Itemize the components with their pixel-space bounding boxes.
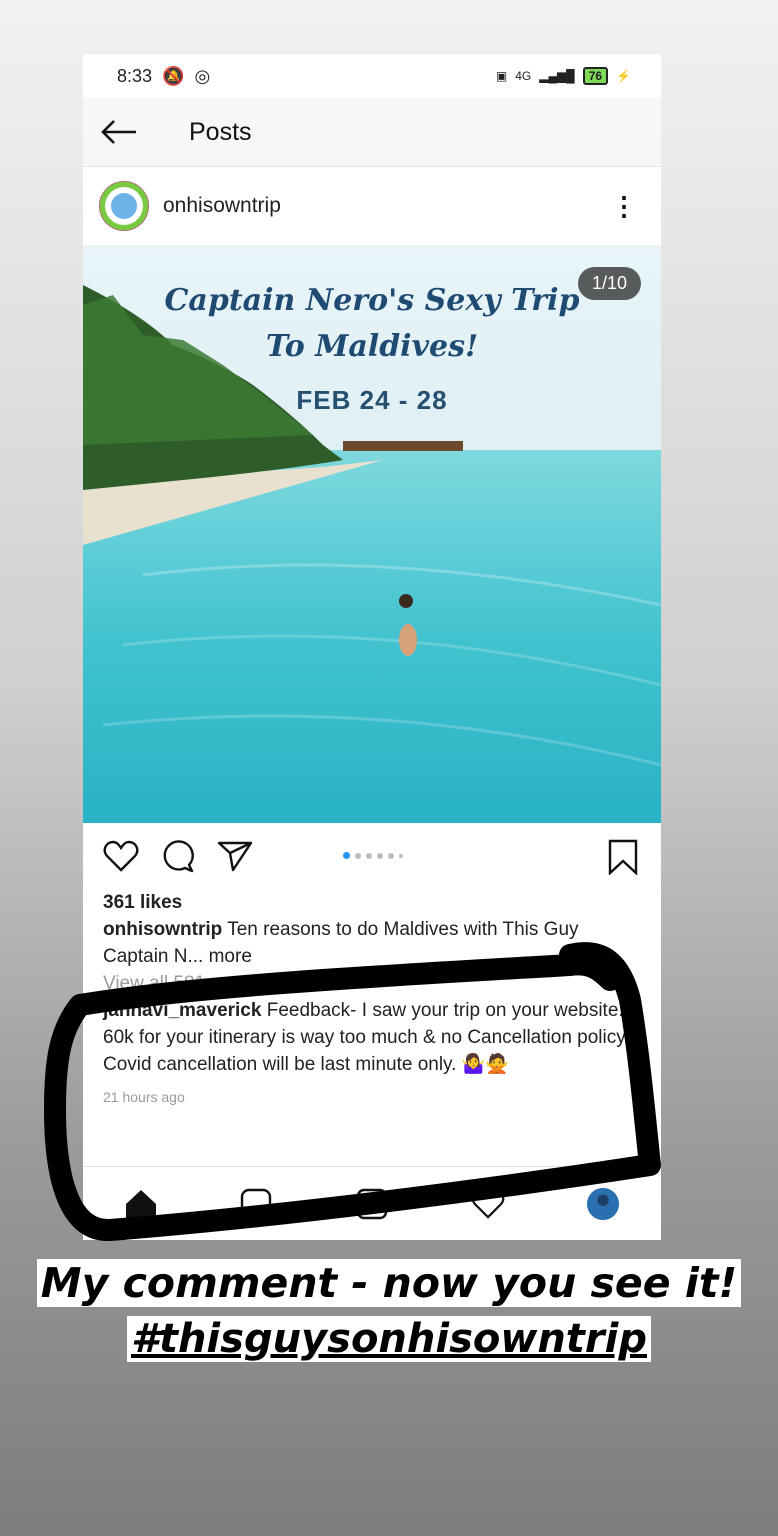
post-header: onhisowntrip ⋮ [83,167,661,245]
comment-timestamp: 21 hours ago [103,1089,185,1105]
overlay-caption-line1: My comment - now you see it! [0,1256,778,1310]
image-counter: 1/10 [577,267,641,300]
likes-count[interactable]: 361 likes [103,889,641,916]
caption-more[interactable]: Captain N... more [103,943,641,970]
battery-icon: 76 [582,67,609,85]
image-title-line2: To Maldives! [265,329,479,364]
caption-username[interactable]: onhisowntrip [103,919,222,940]
post-image[interactable]: Captain Nero's Sexy Trip To Maldives! FE… [83,245,661,823]
comment: jahnavi_maverick Feedback- I saw your tr… [103,997,641,1078]
profile-avatar-icon[interactable] [586,1187,620,1221]
mute-icon: 🔕 [162,65,185,86]
bookmark-icon[interactable] [607,839,639,880]
carousel-dots [343,852,403,859]
app-bar: Posts [83,98,661,167]
more-options-icon[interactable]: ⋮ [611,191,645,222]
status-time: 8:33 [117,65,153,86]
avatar[interactable] [99,181,149,231]
volte-icon: ▣ [495,69,508,83]
view-all-comments-link[interactable]: View all 581 comments [103,970,641,997]
page-title: Posts [189,117,252,146]
back-arrow-icon[interactable] [83,117,155,147]
signal-icon: ▂▄▆█ [539,69,575,83]
new-post-icon[interactable] [355,1187,389,1221]
activity-heart-icon[interactable] [471,1187,505,1221]
post-caption: onhisowntrip Ten reasons to do Maldives … [103,916,641,943]
post-username[interactable]: onhisowntrip [163,194,611,218]
bottom-nav [83,1166,661,1240]
overlay-hashtag[interactable]: #thisguysonhisowntrip [127,1316,651,1362]
reels-icon[interactable] [239,1187,273,1221]
status-bar: 8:33 🔕 ◎ ▣ 4G ▂▄▆█ 76 ⚡ [83,54,661,98]
comment-icon[interactable] [161,839,195,873]
image-dates: FEB 24 - 28 [296,385,448,415]
like-heart-icon[interactable] [103,840,139,872]
share-direct-icon[interactable] [217,840,253,872]
overlay-caption-line2: #thisguysonhisowntrip [0,1312,778,1366]
post-actions [83,823,661,889]
charging-icon: ⚡ [616,69,631,83]
post-meta: 361 likes onhisowntrip Ten reasons to do… [83,889,661,1111]
home-icon[interactable] [124,1187,158,1221]
phone-screenshot: 8:33 🔕 ◎ ▣ 4G ▂▄▆█ 76 ⚡ Posts onhisowntr… [83,54,661,1240]
caption-text: Ten reasons to do Maldives with This Guy [227,919,579,940]
overlay-caption-text1: My comment - now you see it! [36,1259,742,1307]
comment-username[interactable]: jahnavi_maverick [103,1000,261,1021]
network-label: 4G [515,69,532,83]
image-title-line1: Captain Nero's Sexy Trip [164,283,580,318]
whatsapp-icon: ◎ [194,65,211,86]
